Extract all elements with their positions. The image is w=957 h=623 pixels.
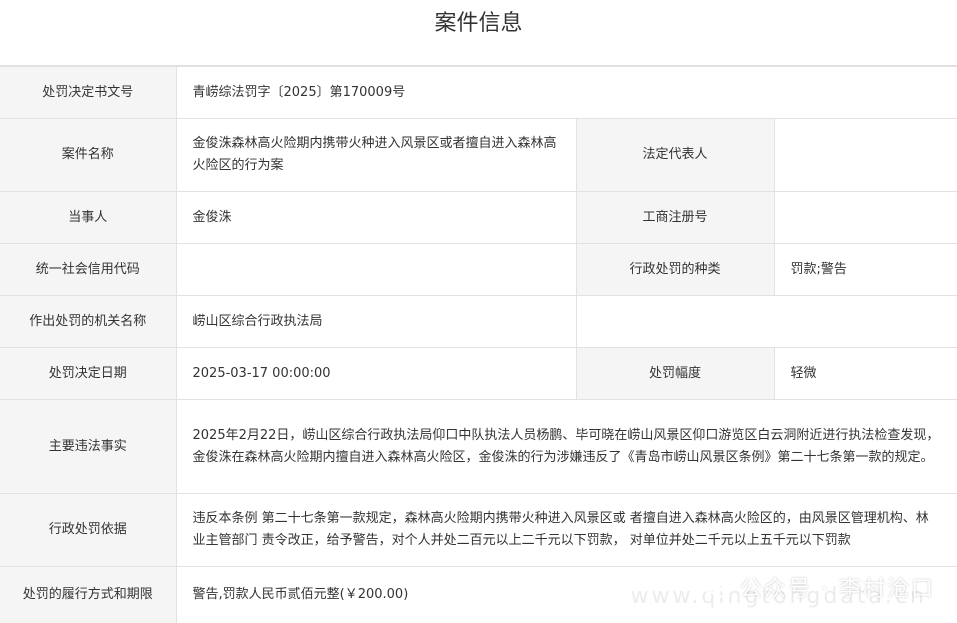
authority-label: 作出处罚的机关名称 bbox=[0, 295, 177, 348]
table-row: 案件名称 金俊洙森林高火险期内携带火种进入风景区或者擅自进入森林高火险区的行为案… bbox=[0, 118, 957, 192]
authority-value: 崂山区综合行政执法局 bbox=[175, 295, 577, 348]
wechat-icon bbox=[702, 576, 732, 598]
table-row: 统一社会信用代码 行政处罚的种类 罚款;警告 bbox=[0, 243, 957, 296]
facts-value: 2025年2月22日，崂山区综合行政执法局仰口中队执法人员杨鹏、毕可晓在崂山风景… bbox=[175, 399, 957, 494]
empty-cell bbox=[575, 295, 957, 348]
legal-rep-value bbox=[773, 118, 957, 192]
credit-code-label: 统一社会信用代码 bbox=[0, 243, 177, 296]
table-row: 主要违法事实 2025年2月22日，崂山区综合行政执法局仰口中队执法人员杨鹏、毕… bbox=[0, 399, 957, 494]
credit-code-value bbox=[175, 243, 577, 296]
watermark-text: 公众号 · 李村沧口 bbox=[740, 577, 935, 602]
case-info-table: 处罚决定书文号 青崂综法罚字〔2025〕第170009号 案件名称 金俊洙森林高… bbox=[0, 66, 957, 623]
party-label: 当事人 bbox=[0, 191, 177, 244]
case-name-label: 案件名称 bbox=[0, 118, 177, 192]
biz-reg-no-value bbox=[773, 191, 957, 244]
decision-date-label: 处罚决定日期 bbox=[0, 347, 177, 400]
legal-rep-label: 法定代表人 bbox=[575, 118, 775, 192]
biz-reg-no-label: 工商注册号 bbox=[575, 191, 775, 244]
penalty-type-label: 行政处罚的种类 bbox=[575, 243, 775, 296]
facts-label: 主要违法事实 bbox=[0, 399, 177, 494]
basis-value: 违反本条例 第二十七条第一款规定，森林高火险期内携带火种进入风景区或 者擅自进入… bbox=[175, 493, 957, 567]
penalty-degree-label: 处罚幅度 bbox=[575, 347, 775, 400]
case-info-page: 案件信息 处罚决定书文号 青崂综法罚字〔2025〕第170009号 案件名称 金… bbox=[0, 0, 957, 623]
basis-label: 行政处罚依据 bbox=[0, 493, 177, 567]
table-row: 处罚决定日期 2025-03-17 00:00:00 处罚幅度 轻微 bbox=[0, 347, 957, 400]
penalty-type-value: 罚款;警告 bbox=[773, 243, 957, 296]
table-row: 处罚决定书文号 青崂综法罚字〔2025〕第170009号 bbox=[0, 66, 957, 119]
table-row: 当事人 金俊洙 工商注册号 bbox=[0, 191, 957, 244]
penalty-degree-value: 轻微 bbox=[773, 347, 957, 400]
table-row: 作出处罚的机关名称 崂山区综合行政执法局 bbox=[0, 295, 957, 348]
watermark: 公众号 · 李村沧口 bbox=[702, 571, 935, 603]
execution-label: 处罚的履行方式和期限 bbox=[0, 566, 177, 623]
case-name-value: 金俊洙森林高火险期内携带火种进入风景区或者擅自进入森林高火险区的行为案 bbox=[175, 118, 577, 192]
table-row: 行政处罚依据 违反本条例 第二十七条第一款规定，森林高火险期内携带火种进入风景区… bbox=[0, 493, 957, 567]
decision-no-value: 青崂综法罚字〔2025〕第170009号 bbox=[175, 66, 957, 119]
decision-date-value: 2025-03-17 00:00:00 bbox=[175, 347, 577, 400]
page-title: 案件信息 bbox=[0, 0, 957, 66]
party-value: 金俊洙 bbox=[175, 191, 577, 244]
decision-no-label: 处罚决定书文号 bbox=[0, 66, 177, 119]
